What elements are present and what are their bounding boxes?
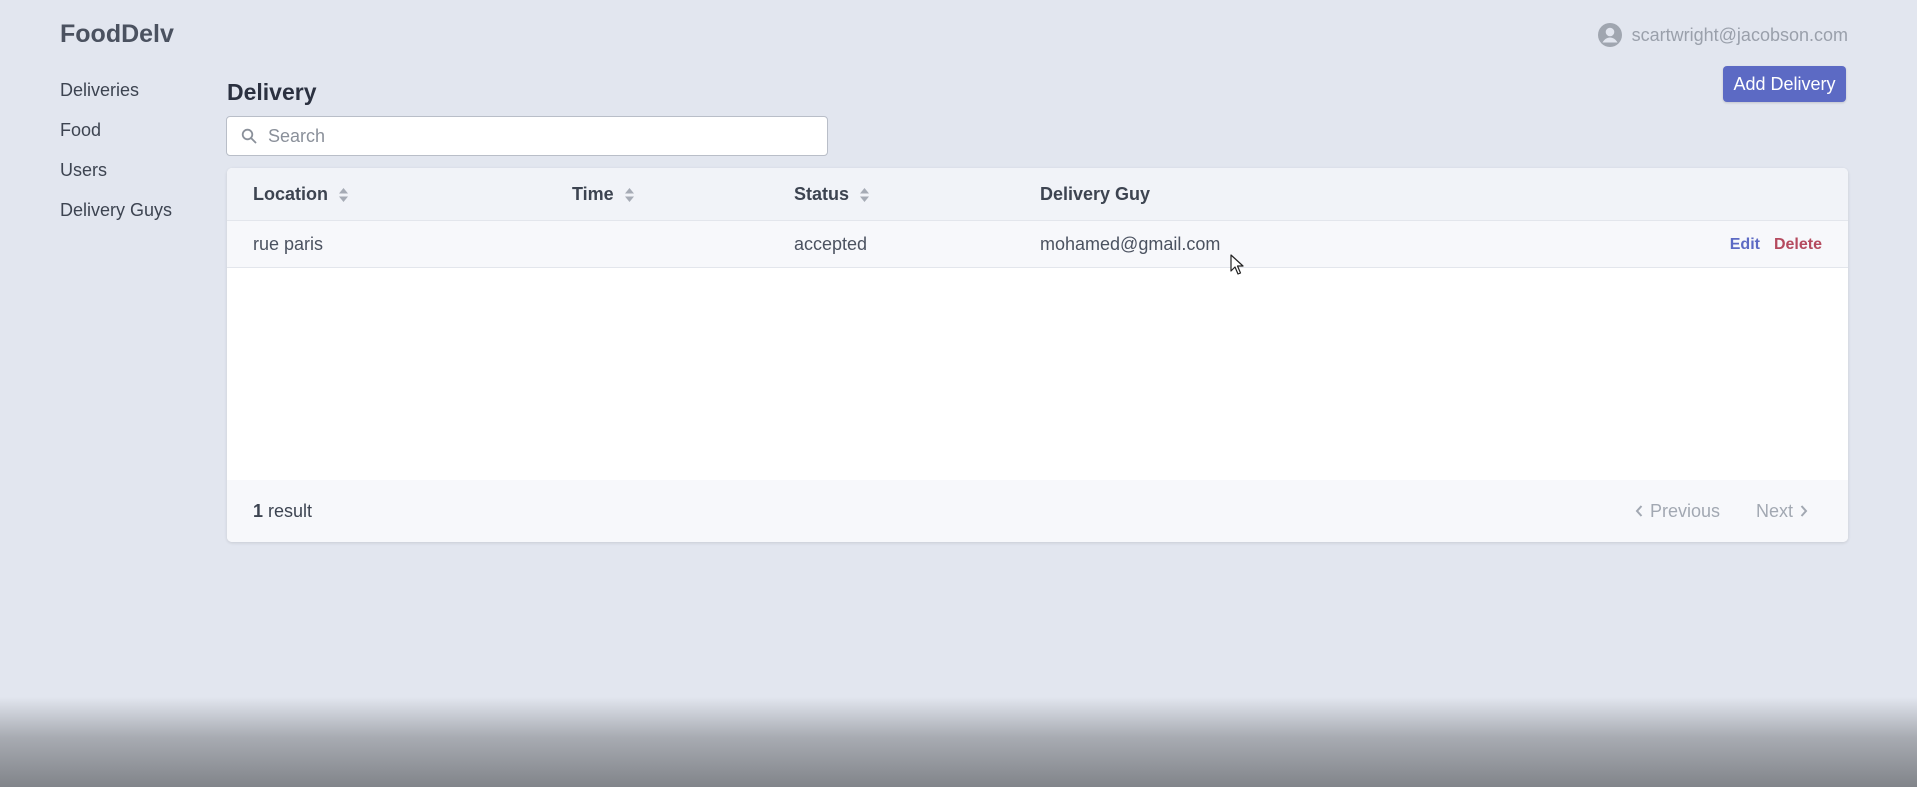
app-brand[interactable]: FoodDelv: [60, 20, 174, 49]
search-input[interactable]: [268, 125, 808, 147]
cell-location: rue paris: [253, 234, 324, 254]
previous-label: Previous: [1649, 500, 1720, 521]
sort-icon: [860, 187, 870, 202]
sidebar-item-food[interactable]: Food: [60, 116, 172, 156]
cell-status: accepted: [794, 234, 868, 254]
result-count: 1 result: [253, 480, 312, 542]
column-label: Status: [794, 184, 850, 204]
pagination: Previous Next: [1635, 480, 1808, 542]
column-label: Location: [253, 184, 328, 204]
column-header-delivery-guy: Delivery Guy: [1040, 168, 1150, 221]
sort-icon: [339, 187, 348, 202]
table-footer: 1 result Previous Next: [227, 480, 1848, 542]
deliveries-table: Location Time Status Delivery Guy rue pa…: [227, 168, 1848, 542]
column-header-status[interactable]: Status: [794, 168, 870, 221]
chevron-left-icon: [1635, 505, 1643, 517]
page-title: Delivery: [227, 79, 317, 105]
table-row[interactable]: rue paris accepted mohamed@gmail.com Edi…: [227, 221, 1848, 268]
next-label: Next: [1755, 500, 1793, 521]
result-count-number: 1: [253, 500, 264, 521]
table-header: Location Time Status Delivery Guy: [227, 168, 1848, 221]
sidebar-item-deliveries[interactable]: Deliveries: [60, 76, 172, 116]
column-label: Delivery Guy: [1040, 184, 1151, 204]
search-icon: [241, 128, 257, 144]
sidebar-item-users[interactable]: Users: [60, 156, 172, 196]
row-actions: Edit Delete: [1730, 221, 1822, 268]
column-header-location[interactable]: Location: [253, 168, 349, 221]
sort-icon: [624, 187, 634, 202]
sidebar-item-delivery-guys[interactable]: Delivery Guys: [60, 196, 172, 236]
previous-button[interactable]: Previous: [1635, 501, 1720, 522]
cell-delivery-guy: mohamed@gmail.com: [1040, 234, 1221, 254]
bottom-shadow-overlay: [0, 697, 1917, 787]
chevron-right-icon: [1800, 505, 1808, 517]
result-count-label: result: [268, 500, 313, 521]
mouse-cursor-icon: [1230, 254, 1244, 275]
column-label: Time: [572, 184, 614, 204]
user-circle-icon: [1597, 22, 1623, 48]
delete-link[interactable]: Delete: [1774, 236, 1822, 254]
column-header-time[interactable]: Time: [572, 168, 635, 221]
edit-link[interactable]: Edit: [1730, 236, 1760, 254]
user-email: scartwright@jacobson.com: [1631, 24, 1848, 45]
add-delivery-button[interactable]: Add Delivery: [1723, 66, 1846, 102]
sidebar: Deliveries Food Users Delivery Guys: [60, 76, 172, 236]
search-box: [226, 116, 828, 156]
user-menu[interactable]: scartwright@jacobson.com: [1597, 22, 1848, 48]
next-button[interactable]: Next: [1756, 501, 1808, 522]
